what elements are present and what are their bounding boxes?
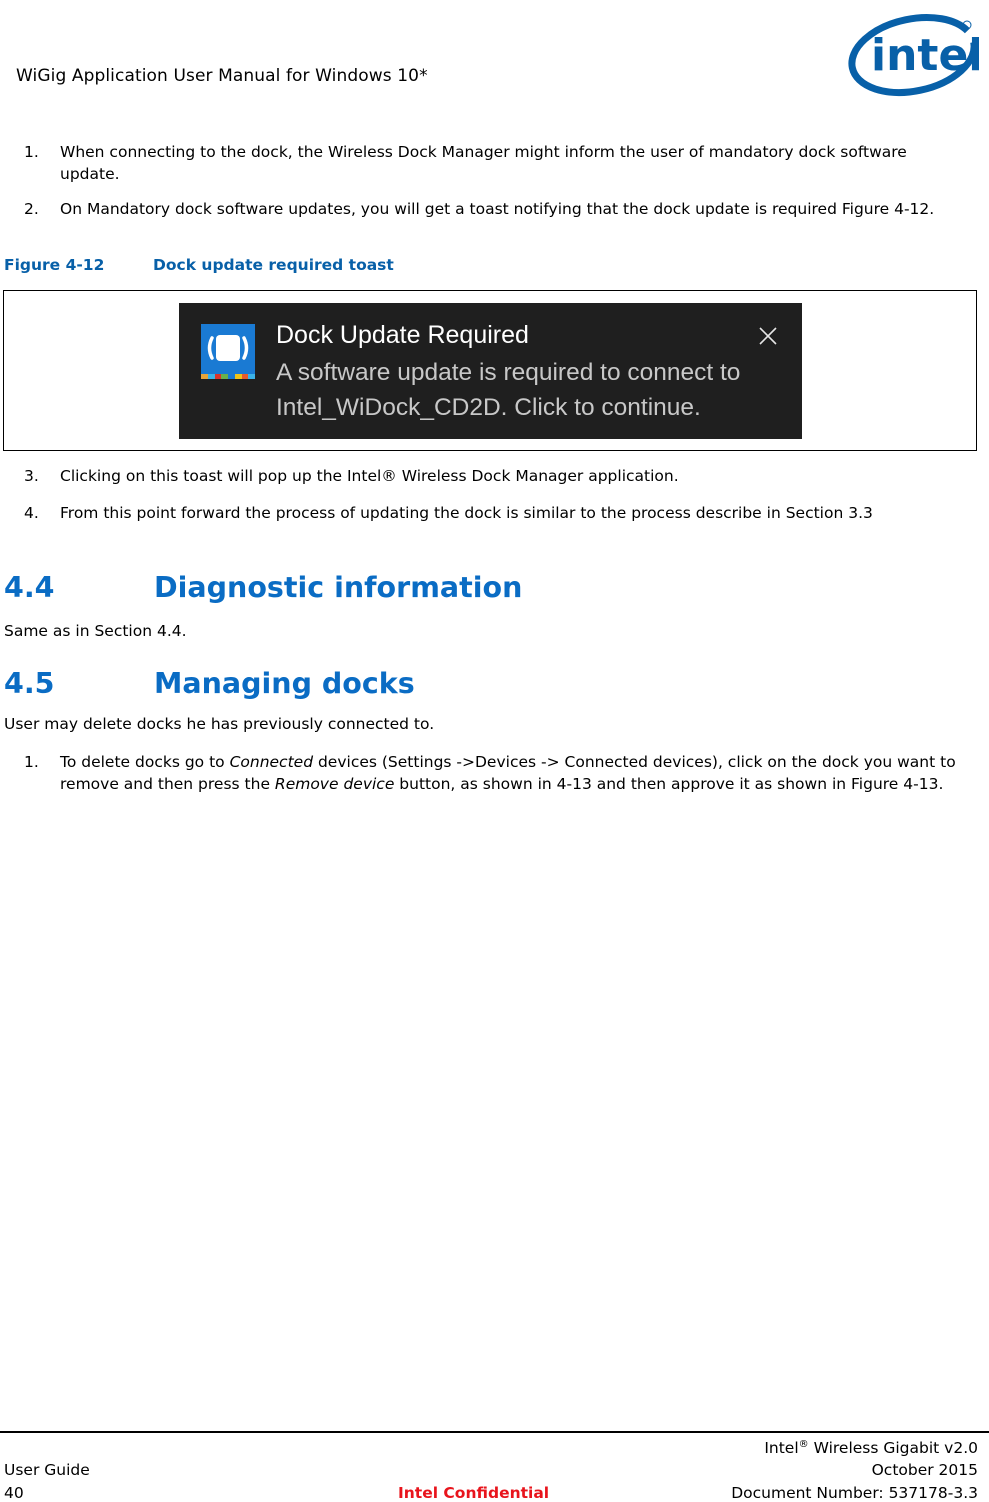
figure-title: Dock update required toast <box>153 256 394 274</box>
list-item-number: 3. <box>24 467 39 485</box>
section-number: 4.4 <box>4 571 55 604</box>
section-paragraph: Same as in Section 4.4. <box>4 622 187 640</box>
list-item-text: On Mandatory dock software updates, you … <box>60 200 935 218</box>
dock-update-toast[interactable]: Dock Update Required A software update i… <box>179 303 802 439</box>
section-title: Managing docks <box>154 667 415 700</box>
text-run: To delete docks go to <box>60 753 230 771</box>
list-item-text: When connecting to the dock, the Wireles… <box>60 143 907 183</box>
registered-mark: ® <box>798 1439 809 1450</box>
list-item-text: To delete docks go to Connected devices … <box>60 751 970 795</box>
footer-product-suffix: Wireless Gigabit v2.0 <box>808 1439 978 1457</box>
list-item-text: Clicking on this toast will pop up the I… <box>60 467 679 485</box>
section-heading-4-5: 4.5 Managing docks <box>4 667 415 700</box>
footer-doc-type: User Guide <box>4 1461 90 1479</box>
list-item-number: 1. <box>24 143 39 161</box>
section-paragraph: User may delete docks he has previously … <box>4 715 435 733</box>
footer-confidential: Intel Confidential <box>398 1484 550 1502</box>
footer-divider <box>0 1431 989 1433</box>
intel-logo-text: intel <box>871 30 979 81</box>
toast-body: A software update is required to connect… <box>276 359 741 421</box>
section-heading-4-4: 4.4 Diagnostic information <box>4 571 522 604</box>
toast-title: Dock Update Required <box>276 321 529 349</box>
section-number: 4.5 <box>4 667 55 700</box>
footer-date: October 2015 <box>871 1461 978 1479</box>
list-item-number: 4. <box>24 504 39 522</box>
wireless-dock-icon <box>201 324 255 379</box>
close-icon[interactable] <box>759 327 777 345</box>
document-header-title: WiGig Application User Manual for Window… <box>16 66 428 86</box>
footer-page-number: 40 <box>4 1484 24 1502</box>
text-run-italic: Connected <box>229 753 314 771</box>
figure-number: Figure 4-12 <box>4 256 105 274</box>
footer-product: Intel® Wireless Gigabit v2.0 <box>764 1439 978 1457</box>
figure-caption: Figure 4-12 Dock update required toast <box>4 256 394 274</box>
intel-logo-icon: intel <box>848 14 979 96</box>
footer-product-prefix: Intel <box>764 1439 799 1457</box>
text-run: button, as shown in 4-13 and then approv… <box>394 775 944 793</box>
list-item-number: 1. <box>24 753 39 771</box>
list-item-number: 2. <box>24 200 39 218</box>
list-item-text: From this point forward the process of u… <box>60 504 873 522</box>
text-run-italic: Remove device <box>274 775 395 793</box>
footer-doc-number: Document Number: 537178-3.3 <box>731 1484 978 1502</box>
section-title: Diagnostic information <box>154 571 523 604</box>
